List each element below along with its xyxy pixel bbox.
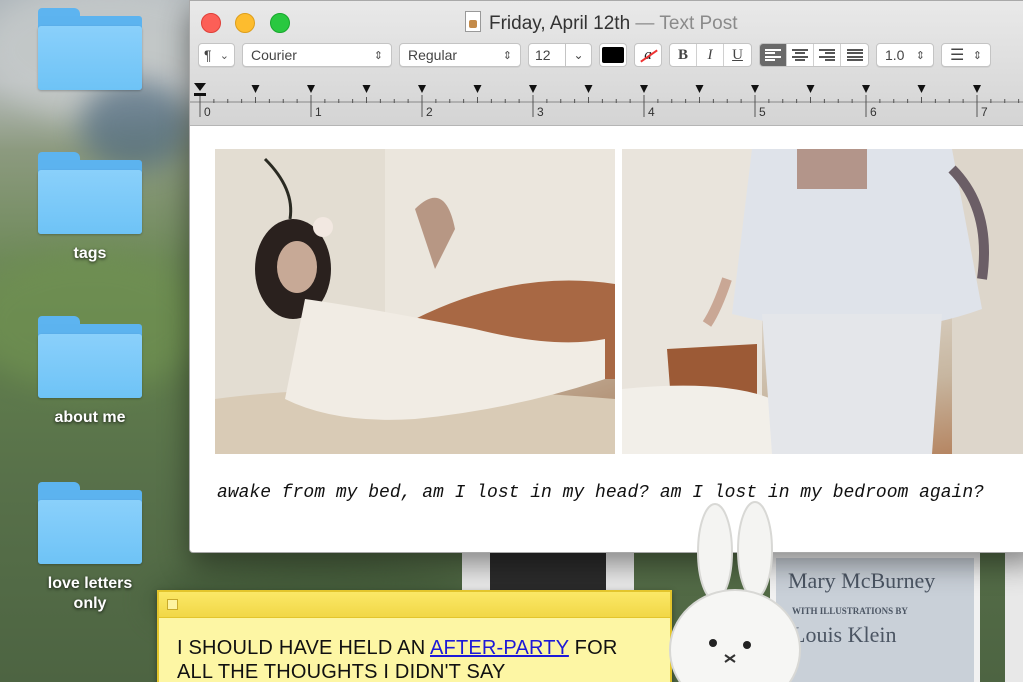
document-body[interactable]: awake from my bed, am I lost in my head?… bbox=[190, 126, 1023, 552]
ruler-number: 3 bbox=[537, 105, 544, 119]
photo-standing-drawing bbox=[622, 149, 1023, 454]
tab-stop-marker bbox=[695, 85, 704, 93]
paragraph-icon: ¶ bbox=[204, 47, 212, 63]
text-style-group: B I U bbox=[669, 43, 752, 67]
window-title: Friday, April 12th — Text Post bbox=[465, 11, 738, 35]
updown-chevron-icon: ⇕ bbox=[972, 49, 982, 62]
font-style-value: Regular bbox=[408, 47, 458, 63]
list-style-select[interactable]: ☰ ⇕ bbox=[941, 43, 991, 67]
align-justify-icon bbox=[846, 49, 863, 61]
font-size-value: 12 bbox=[535, 47, 551, 63]
post-caption[interactable]: awake from my bed, am I lost in my head?… bbox=[217, 481, 1017, 505]
desktop-folder-unnamed[interactable] bbox=[28, 8, 152, 90]
photo-reclining-drawing bbox=[215, 149, 615, 454]
align-center-icon bbox=[792, 49, 808, 61]
tab-stop-marker bbox=[640, 85, 648, 93]
align-right-icon bbox=[819, 49, 835, 61]
font-size-dropdown-button[interactable]: ⌄ bbox=[565, 44, 591, 66]
folder-icon bbox=[38, 316, 142, 398]
line-spacing-select[interactable]: 1.0 ⇕ bbox=[876, 43, 934, 67]
tab-stop-marker bbox=[307, 85, 315, 93]
close-button[interactable] bbox=[201, 13, 221, 33]
window-title-main: Friday, April 12th bbox=[489, 13, 631, 34]
updown-chevron-icon: ⇕ bbox=[373, 49, 383, 62]
format-toolbar: ¶⌄ Courier⇕ Regular⇕ 12 ⌄ a B I U bbox=[198, 42, 991, 68]
background-edge-card bbox=[1005, 552, 1023, 682]
window-title-app: Text Post bbox=[659, 13, 738, 34]
align-right-button[interactable] bbox=[814, 44, 841, 66]
font-size-combo[interactable]: 12 ⌄ bbox=[528, 43, 592, 67]
tab-stop-marker bbox=[862, 85, 870, 93]
tab-stop-marker bbox=[251, 85, 260, 93]
folder-icon bbox=[38, 482, 142, 564]
background-photo-card bbox=[462, 552, 634, 592]
updown-chevron-icon: ⇕ bbox=[502, 49, 512, 62]
folder-label: tags bbox=[73, 245, 107, 262]
text-color-button[interactable] bbox=[599, 43, 627, 67]
bold-button[interactable]: B bbox=[670, 44, 697, 66]
align-center-button[interactable] bbox=[787, 44, 814, 66]
ruler-number: 2 bbox=[426, 105, 433, 119]
align-left-icon bbox=[765, 49, 781, 61]
document-icon bbox=[465, 11, 481, 32]
line-spacing-value: 1.0 bbox=[885, 47, 905, 63]
sticky-note-text[interactable]: I SHOULD HAVE HELD AN AFTER-PARTY FOR AL… bbox=[159, 618, 670, 682]
window-title-separator: — bbox=[630, 13, 660, 34]
desktop-folder-tags[interactable]: tags bbox=[28, 152, 152, 264]
highlight-color-button[interactable]: a bbox=[634, 43, 662, 67]
zoom-button[interactable] bbox=[270, 13, 290, 33]
window-titlebar[interactable]: Friday, April 12th — Text Post ¶ ⌄ Courie… bbox=[190, 1, 1023, 126]
align-justify-button[interactable] bbox=[841, 44, 868, 66]
sticky-note[interactable]: I SHOULD HAVE HELD AN AFTER-PARTY FOR AL… bbox=[157, 590, 672, 682]
folder-label: about me bbox=[54, 409, 126, 426]
ruler[interactable]: 0 1 2 3 4 5 6 7 bbox=[190, 81, 1023, 121]
italic-button[interactable]: I bbox=[697, 44, 724, 66]
font-style-select[interactable]: Regular ⇕ bbox=[399, 43, 521, 67]
photo-reclining bbox=[215, 149, 615, 454]
sticky-note-titlebar[interactable] bbox=[159, 592, 670, 618]
tab-stop-marker bbox=[529, 85, 537, 93]
textedit-window[interactable]: Friday, April 12th — Text Post ¶ ⌄ Courie… bbox=[189, 0, 1023, 553]
tab-stop-marker bbox=[806, 85, 815, 93]
tab-stop-marker bbox=[362, 85, 371, 93]
ruler-number: 0 bbox=[204, 105, 211, 119]
underline-button[interactable]: U bbox=[724, 44, 751, 66]
folder-label: love letters only bbox=[47, 575, 133, 612]
folder-icon bbox=[38, 152, 142, 234]
bunny-plush bbox=[669, 501, 801, 682]
photo-standing bbox=[622, 149, 1023, 454]
ruler-number: 7 bbox=[981, 105, 988, 119]
text-color-swatch bbox=[602, 47, 624, 63]
tab-stop-marker bbox=[584, 85, 593, 93]
tab-stop-marker bbox=[473, 85, 482, 93]
tab-stop-marker bbox=[418, 85, 426, 93]
desktop-folder-about-me[interactable]: about me bbox=[28, 316, 152, 428]
align-left-button[interactable] bbox=[760, 44, 787, 66]
ruler-number: 4 bbox=[648, 105, 655, 119]
font-family-select[interactable]: Courier ⇕ bbox=[242, 43, 392, 67]
ruler-number: 1 bbox=[315, 105, 322, 119]
after-party-link[interactable]: AFTER-PARTY bbox=[430, 637, 569, 659]
paragraph-style-dropdown[interactable]: ¶ ⌄ bbox=[198, 43, 235, 67]
sticky-text-before: I SHOULD HAVE HELD AN bbox=[177, 637, 430, 659]
ruler-number: 5 bbox=[759, 105, 766, 119]
ruler-number: 6 bbox=[870, 105, 877, 119]
indent-marker bbox=[194, 83, 206, 96]
minimize-button[interactable] bbox=[235, 13, 255, 33]
alignment-group bbox=[759, 43, 869, 67]
updown-chevron-icon: ⇕ bbox=[915, 49, 925, 62]
sticky-close-box[interactable] bbox=[167, 599, 178, 610]
list-bullets-icon: ☰ bbox=[950, 47, 965, 64]
tab-stop-marker bbox=[751, 85, 759, 93]
tab-stop-marker bbox=[973, 85, 981, 93]
tab-stop-marker bbox=[917, 85, 926, 93]
chevron-down-icon: ⌄ bbox=[219, 49, 229, 62]
folder-icon bbox=[38, 8, 142, 90]
desktop-folder-love-letters-only[interactable]: love letters only bbox=[28, 482, 152, 614]
font-family-value: Courier bbox=[251, 47, 297, 63]
